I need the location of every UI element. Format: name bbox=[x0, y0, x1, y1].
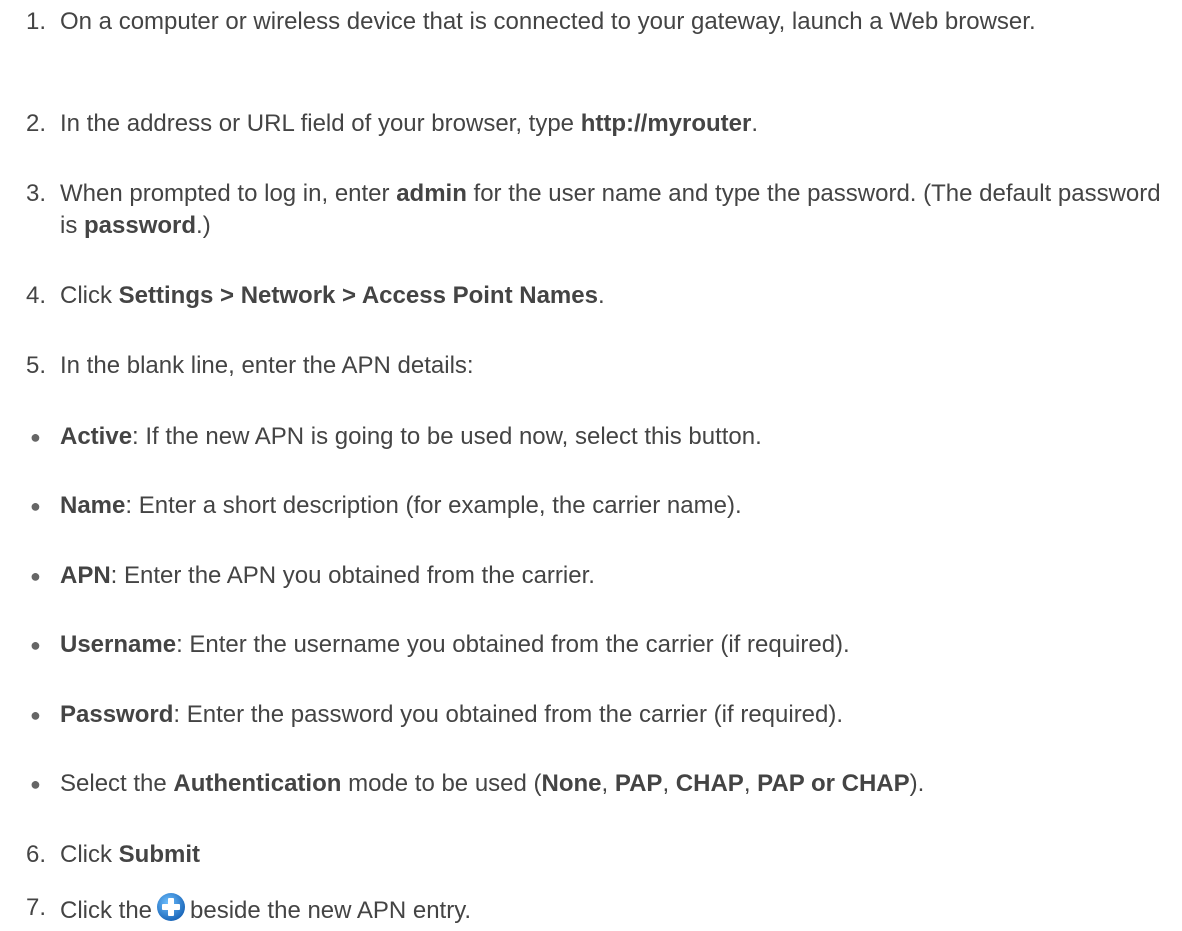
bullet-text: Username: Enter the username you obtaine… bbox=[60, 629, 1166, 661]
text-part: Select the bbox=[60, 770, 174, 797]
bullet-active: ● Active: If the new APN is going to be … bbox=[26, 421, 1166, 453]
bullet-text: Active: If the new APN is going to be us… bbox=[60, 421, 1166, 453]
step-number: 3. bbox=[26, 180, 47, 207]
username-value: admin bbox=[396, 180, 467, 207]
field-name: APN bbox=[60, 562, 111, 589]
field-description: : Enter a short description (for example… bbox=[125, 492, 742, 519]
step-text-part: In the address or URL field of your brow… bbox=[60, 110, 581, 137]
bullet-password: ● Password: Enter the password you obtai… bbox=[26, 699, 1166, 731]
step-number: 4. bbox=[26, 282, 47, 309]
bullet-name: ● Name: Enter a short description (for e… bbox=[26, 490, 1166, 522]
url-text: http://myrouter bbox=[580, 110, 752, 137]
step-text: In the blank line, enter the APN details… bbox=[60, 352, 474, 379]
separator: , bbox=[743, 770, 758, 797]
step-4: 4. Click Settings > Network > Access Poi… bbox=[26, 280, 1166, 312]
bullet-authentication: ● Select the Authentication mode to be u… bbox=[26, 768, 1166, 800]
instructions-page: 1. On a computer or wireless device that… bbox=[0, 0, 1182, 924]
plus-circle-icon bbox=[156, 892, 186, 922]
step-7: 7. Click the beside the new APN entry. bbox=[26, 892, 1166, 927]
step-text-part: .) bbox=[196, 212, 211, 239]
step-number: 5. bbox=[26, 352, 47, 379]
bullet-text: APN: Enter the APN you obtained from the… bbox=[60, 560, 1166, 592]
step-2: 2. In the address or URL field of your b… bbox=[26, 108, 1166, 140]
bullet-icon: ● bbox=[30, 496, 41, 516]
step-text: Click Submit bbox=[60, 839, 1166, 871]
auth-option-pap-or-chap: PAP or CHAP bbox=[757, 770, 910, 797]
step-text: Click the beside the new APN entry. bbox=[60, 892, 1166, 927]
bullet-apn: ● APN: Enter the APN you obtained from t… bbox=[26, 560, 1166, 592]
field-description: : Enter the password you obtained from t… bbox=[173, 701, 844, 728]
step-text-part: Click the bbox=[60, 897, 153, 924]
step-1: 1. On a computer or wireless device that… bbox=[26, 6, 1166, 38]
field-description: : Enter the APN you obtained from the ca… bbox=[110, 562, 595, 589]
step-number: 1. bbox=[26, 8, 47, 35]
bullet-username: ● Username: Enter the username you obtai… bbox=[26, 629, 1166, 661]
field-description: : If the new APN is going to be used now… bbox=[132, 423, 762, 450]
text-part: ). bbox=[909, 770, 925, 797]
step-text: In the address or URL field of your brow… bbox=[60, 108, 1166, 140]
field-name: Username bbox=[60, 631, 177, 658]
bullet-text: Select the Authentication mode to be use… bbox=[60, 768, 1166, 800]
step-3: 3. When prompted to log in, enter admin … bbox=[26, 178, 1166, 242]
bullet-icon: ● bbox=[30, 774, 41, 794]
step-number: 7. bbox=[26, 894, 47, 921]
bullet-icon: ● bbox=[30, 566, 41, 586]
menu-path: Settings > Network > Access Point Names bbox=[118, 282, 598, 309]
step-text-part: beside the new APN entry. bbox=[190, 897, 472, 924]
field-name: Password bbox=[60, 701, 174, 728]
submit-label: Submit bbox=[118, 841, 200, 868]
step-text-part: Click bbox=[60, 841, 119, 868]
text-part: mode to be used ( bbox=[341, 770, 542, 797]
step-text-part: . bbox=[597, 282, 605, 309]
auth-option-none: None bbox=[541, 770, 602, 797]
step-text: When prompted to log in, enter admin for… bbox=[60, 178, 1166, 242]
bullet-icon: ● bbox=[30, 635, 41, 655]
step-6: 6. Click Submit bbox=[26, 839, 1166, 871]
step-number: 6. bbox=[26, 841, 47, 868]
field-name: Name bbox=[60, 492, 126, 519]
step-5: 5. In the blank line, enter the APN deta… bbox=[26, 350, 1166, 382]
password-value: password bbox=[84, 212, 197, 239]
separator: , bbox=[601, 770, 615, 797]
step-text: Click Settings > Network > Access Point … bbox=[60, 280, 1166, 312]
step-number: 2. bbox=[26, 110, 47, 137]
bullet-text: Name: Enter a short description (for exa… bbox=[60, 490, 1166, 522]
auth-option-pap: PAP bbox=[614, 770, 663, 797]
field-name: Authentication bbox=[173, 770, 342, 797]
step-text: On a computer or wireless device that is… bbox=[60, 8, 1036, 35]
step-text-part: . bbox=[751, 110, 759, 137]
separator: , bbox=[662, 770, 676, 797]
field-name: Active bbox=[60, 423, 133, 450]
bullet-icon: ● bbox=[30, 705, 41, 725]
auth-option-chap: CHAP bbox=[675, 770, 744, 797]
bullet-text: Password: Enter the password you obtaine… bbox=[60, 699, 1166, 731]
field-description: : Enter the username you obtained from t… bbox=[176, 631, 850, 658]
step-text-part: When prompted to log in, enter bbox=[60, 180, 397, 207]
bullet-icon: ● bbox=[30, 427, 41, 447]
step-text-part: Click bbox=[60, 282, 119, 309]
